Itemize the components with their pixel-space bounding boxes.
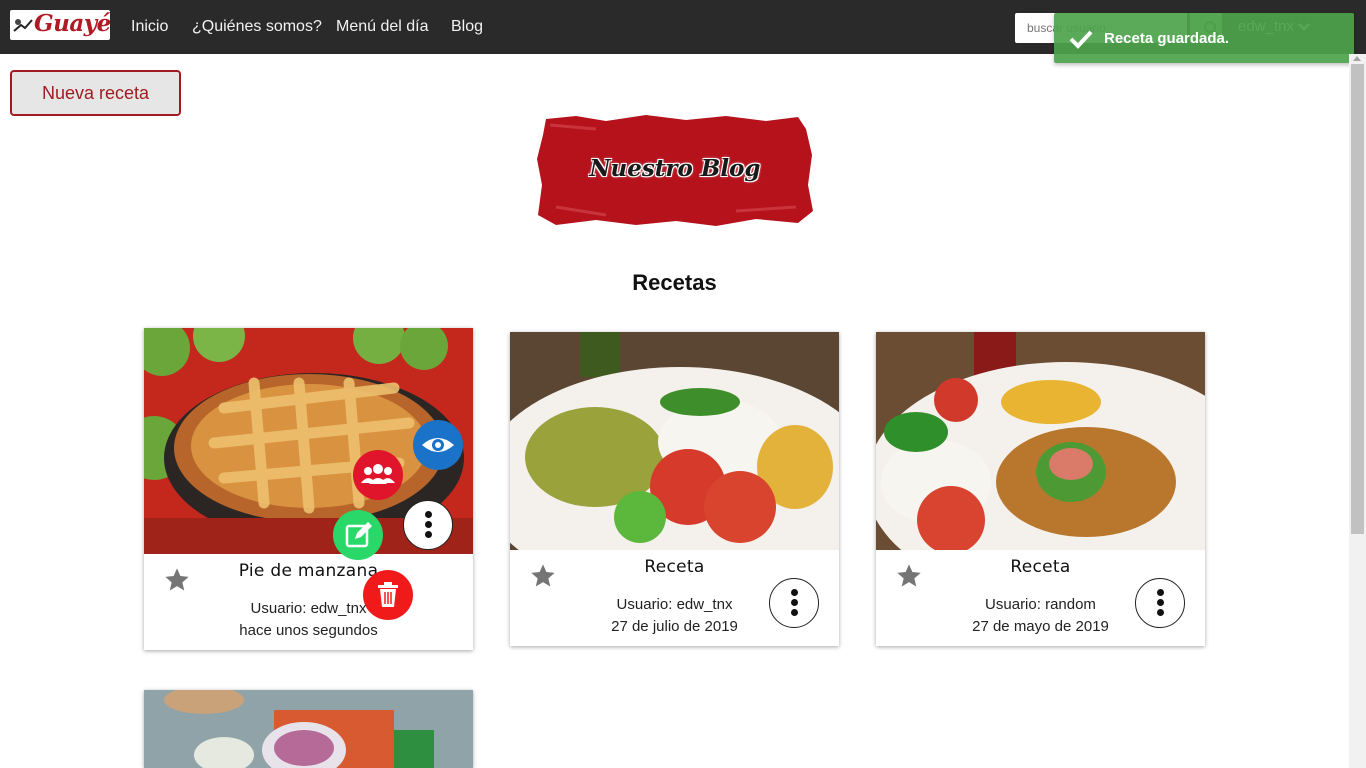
dot [1157,609,1164,616]
nav-link-menu-del-dia[interactable]: Menú del día [336,18,429,36]
group-icon [361,464,395,484]
recipe-options-button[interactable] [1135,578,1185,628]
delete-recipe-button[interactable] [363,570,413,620]
blog-banner-title: Nuestro Blog [589,155,761,182]
chef-hat-icon [13,19,33,32]
dot [1157,589,1164,596]
page-scrollbar[interactable] [1349,54,1366,768]
brand-logo[interactable]: Guayé [10,10,110,40]
recipe-image[interactable] [876,332,1205,550]
dot [1157,599,1164,606]
nav-link-inicio[interactable]: Inicio [131,18,168,36]
new-recipe-button[interactable]: Nueva receta [10,70,181,116]
toast-message: Receta guardada. [1104,30,1230,47]
toast-notification: Receta guardada. [1054,13,1354,63]
recipe-card[interactable]: Receta Usuario: edw_tnx 27 de julio de 2… [510,332,839,646]
eye-icon [422,438,454,452]
dot [791,609,798,616]
recipe-card[interactable] [144,690,473,768]
recipe-image[interactable] [510,332,839,550]
dot [425,531,432,538]
dot [791,599,798,606]
recipe-options-button[interactable] [403,500,453,550]
share-group-button[interactable] [353,450,403,500]
dot [425,511,432,518]
dot [425,521,432,528]
nav-link-blog[interactable]: Blog [451,18,483,36]
recipe-image[interactable] [144,690,473,768]
recipe-card[interactable]: Pie de manzana Usuario: edw_tnx hace uno… [144,328,473,650]
scroll-up-arrow-icon[interactable] [1353,56,1361,61]
recipe-title: Pie de manzana [238,561,379,581]
scrollbar-thumb[interactable] [1351,64,1364,534]
dot [791,589,798,596]
check-icon [1069,30,1093,49]
recipe-options-button[interactable] [769,578,819,628]
recipe-card[interactable]: Receta Usuario: random 27 de mayo de 201… [876,332,1205,646]
trash-icon [378,582,398,607]
view-recipe-button[interactable] [413,420,463,470]
recipe-date: hace unos segundos [239,622,378,639]
brand-logo-text: Guayé [34,10,110,37]
section-title: Recetas [632,270,717,295]
recipe-user: Usuario: edw_tnx [250,600,367,617]
edit-icon [345,522,372,548]
recipe-title: Receta [644,557,705,577]
recipe-title: Receta [1010,557,1071,577]
nav-link-quienes-somos[interactable]: ¿Quiénes somos? [192,18,322,36]
edit-recipe-button[interactable] [333,510,383,560]
